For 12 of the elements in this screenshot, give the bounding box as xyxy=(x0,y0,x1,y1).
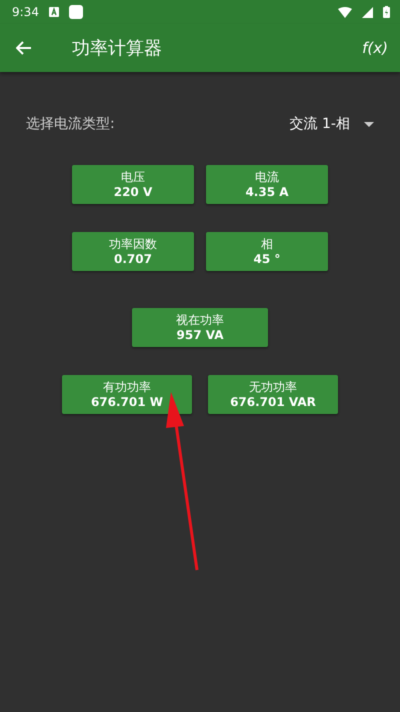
value-button[interactable]: 有功功率 676.701 W xyxy=(62,375,192,414)
value-button[interactable]: 视在功率 957 VA xyxy=(132,308,268,347)
status-time: 9:34 xyxy=(12,5,39,19)
value-button[interactable]: 无功功率 676.701 VAR xyxy=(208,375,338,414)
current-type-dropdown[interactable]: 交流 1-相 xyxy=(290,115,374,133)
value-button[interactable]: 功率因数 0.707 xyxy=(72,232,194,271)
value-button[interactable]: 相 45 ° xyxy=(206,232,328,271)
value-button[interactable]: 电流 4.35 A xyxy=(206,165,328,204)
current-type-label: 选择电流类型: xyxy=(26,115,116,133)
formula-button[interactable]: f(x) xyxy=(362,39,388,57)
value-button[interactable]: 电压 220 V xyxy=(72,165,194,204)
screen-title: 功率计算器 xyxy=(72,37,163,60)
